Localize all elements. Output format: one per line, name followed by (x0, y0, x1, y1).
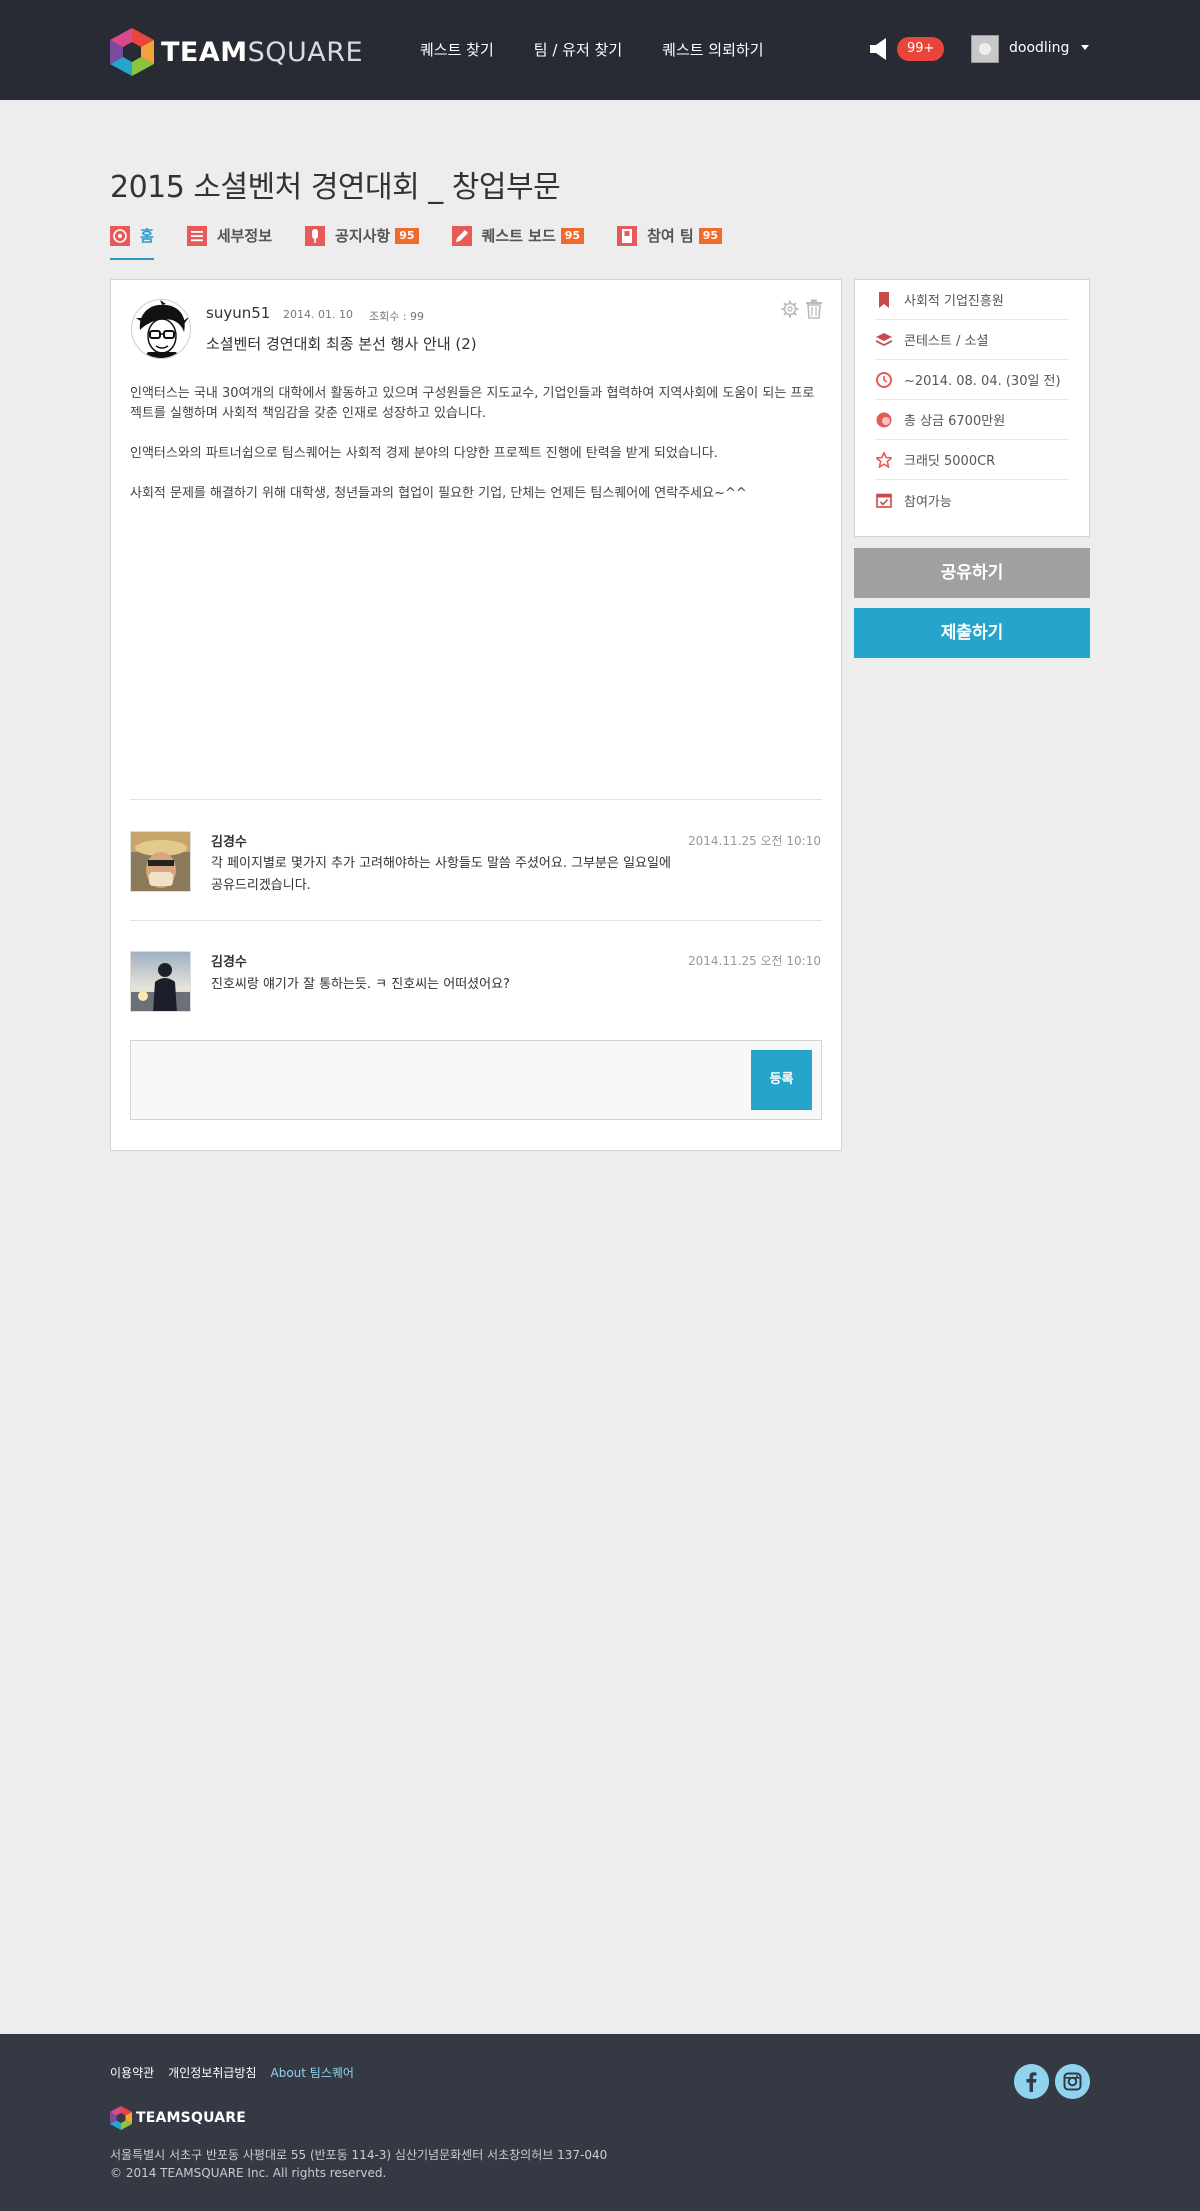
author-avatar[interactable] (131, 299, 191, 359)
info-text: ~2014. 08. 04. (30일 전) (904, 374, 1061, 389)
tab-bar: 홈 세부정보 공지사항 95 퀘스트 보드 95 참여 팀 95 (110, 226, 755, 260)
footer: 이용약관 개인정보취급방침 About 팀스퀘어 TEAMSQUARE 서울특별… (0, 2034, 1200, 2211)
reply-submit-button[interactable]: 등록 (751, 1050, 812, 1110)
star-icon (876, 451, 892, 468)
info-deadline: ~2014. 08. 04. (30일 전) (875, 360, 1069, 400)
avatar-illustration (132, 300, 190, 358)
caret-down-icon[interactable] (1081, 45, 1089, 50)
top-header: TEAMSQUARE 퀘스트 찾기 팀 / 유저 찾기 퀘스트 의뢰하기 99+… (0, 0, 1200, 100)
footer-logo[interactable]: TEAMSQUARE (110, 2106, 246, 2130)
comment-line: 공유드리겠습니다. (211, 878, 311, 893)
photo-placeholder (131, 952, 190, 1011)
tab-label: 공지사항 (335, 227, 391, 245)
post-views: 조회수 : 99 (369, 310, 425, 323)
footer-address: 서울특별시 서초구 반포동 사평대로 55 (반포동 114-3) 심산기념문화… (110, 2148, 608, 2162)
nav-find-quest[interactable]: 퀘스트 찾기 (420, 39, 494, 60)
tab-label: 세부정보 (216, 227, 273, 245)
photo-placeholder (131, 832, 190, 891)
quest-info-box: 사회적 기업진흥원 콘테스트 / 소셜 ~2014. 08. 04. (30일 … (854, 279, 1090, 537)
info-category: 콘테스트 / 소셜 (875, 320, 1069, 360)
tab-details[interactable]: 세부정보 (186, 226, 273, 260)
footer-links: 이용약관 개인정보취급방침 About 팀스퀘어 (110, 2064, 368, 2081)
footer-copyright: © 2014 TEAMSQUARE Inc. All rights reserv… (110, 2166, 387, 2180)
info-text: 사회적 기업진흥원 (904, 294, 1004, 309)
info-status: 참여가능 (875, 480, 1069, 520)
about-link[interactable]: About 팀스퀘어 (271, 2064, 354, 2081)
nav-find-team-user[interactable]: 팀 / 유저 찾기 (534, 39, 622, 60)
target-icon (110, 226, 130, 246)
comment-text: 진호씨랑 얘기가 잘 통하는듯. ㅋ 진호씨는 어떠셨어요? (211, 974, 711, 996)
comment-avatar[interactable] (130, 831, 191, 892)
comment-time: 2014.11.25 오전 10:10 (688, 954, 821, 968)
post-panel: suyun51 2014. 01. 10 조회수 : 99 소셜벤터 경연대회 … (110, 279, 842, 1151)
user-name[interactable]: doodling (1009, 40, 1069, 56)
user-avatar[interactable] (971, 35, 999, 63)
post-paragraph: 인액터스는 국내 30여개의 대학에서 활동하고 있으며 구성원들은 지도교수,… (130, 386, 815, 421)
logo[interactable]: TEAMSQUARE (110, 28, 363, 76)
nav-request-quest[interactable]: 퀘스트 의뢰하기 (662, 39, 763, 60)
tab-label: 홈 (140, 227, 154, 245)
logo-mark-icon (110, 28, 154, 76)
bookmark-icon (879, 291, 889, 308)
divider (130, 799, 822, 800)
list-icon (186, 226, 207, 246)
clock-icon (876, 371, 892, 388)
tab-label: 퀘스트 보드 (481, 227, 556, 245)
count-badge: 95 (698, 228, 723, 244)
instagram-icon[interactable] (1055, 2064, 1090, 2099)
post-date: 2014. 01. 10 (283, 308, 353, 321)
post-paragraph: 사회적 문제를 해결하기 위해 대학생, 청년들과의 협업이 필요한 기업, 단… (130, 486, 747, 501)
comment-author[interactable]: 김경수 (211, 951, 247, 970)
trash-icon[interactable] (805, 299, 823, 319)
count-badge: 95 (560, 228, 585, 244)
submit-button[interactable]: 제출하기 (854, 608, 1090, 658)
tab-notice[interactable]: 공지사항 95 (305, 226, 419, 260)
layers-icon (876, 332, 892, 346)
divider (130, 920, 822, 921)
logo-text: TEAMSQUARE (161, 36, 364, 68)
tab-teams[interactable]: 참여 팀 95 (617, 226, 723, 260)
post-author[interactable]: suyun51 (206, 304, 270, 322)
comment-author[interactable]: 김경수 (211, 831, 247, 850)
info-credit: 크래딧 5000CR (875, 440, 1069, 480)
comment-line: 각 페이지별로 몇가지 추가 고려해야하는 사항들도 말씀 주셨어요. 그부분은… (211, 856, 671, 871)
tab-quest-board[interactable]: 퀘스트 보드 95 (451, 226, 585, 260)
logo-mark-icon (110, 2106, 132, 2130)
post-paragraph: 인액터스와의 파트너쉽으로 팀스퀘어는 사회적 경제 분야의 다양한 프로젝트 … (130, 446, 718, 461)
tab-home[interactable]: 홈 (110, 226, 154, 260)
privacy-link[interactable]: 개인정보취급방침 (168, 2064, 256, 2081)
count-badge: 95 (395, 228, 419, 244)
share-button[interactable]: 공유하기 (854, 548, 1090, 598)
coin-icon (876, 412, 892, 427)
info-prize: 총 상금 6700만원 (875, 400, 1069, 440)
comment-time: 2014.11.25 오전 10:10 (688, 834, 821, 848)
comment-avatar[interactable] (130, 951, 191, 1012)
terms-link[interactable]: 이용약관 (110, 2064, 154, 2081)
info-organizer: 사회적 기업진흥원 (875, 280, 1069, 320)
footer-address-block: 서울특별시 서초구 반포동 사평대로 55 (반포동 114-3) 심산기념문화… (110, 2146, 607, 2182)
footer-logo-text: TEAMSQUARE (136, 2110, 246, 2126)
info-text: 총 상금 6700만원 (904, 414, 1006, 429)
pencil-icon (451, 226, 472, 246)
info-text: 크래딧 5000CR (904, 454, 996, 469)
facebook-icon[interactable] (1014, 2064, 1049, 2099)
tab-label: 참여 팀 (647, 227, 694, 245)
calendar-check-icon (876, 493, 892, 508)
reply-input[interactable]: 등록 (130, 1040, 822, 1120)
comment-text: 각 페이지별로 몇가지 추가 고려해야하는 사항들도 말씀 주셨어요. 그부분은… (211, 853, 711, 897)
info-text: 참여가능 (904, 494, 952, 510)
comment-line: 진호씨랑 얘기가 잘 통하는듯. ㅋ 진호씨는 어떠셨어요? (211, 977, 510, 992)
main-nav: 퀘스트 찾기 팀 / 유저 찾기 퀘스트 의뢰하기 (420, 39, 804, 60)
post-title: 소셜벤터 경연대회 최종 본선 행사 안내 (2) (206, 335, 477, 353)
info-text: 콘테스트 / 소셜 (904, 334, 989, 349)
notification-badge[interactable]: 99+ (897, 37, 945, 61)
post-body: 인액터스는 국내 30여개의 대학에서 활동하고 있으며 구성원들은 지도교수,… (130, 384, 820, 524)
gear-icon[interactable] (781, 300, 799, 318)
microphone-icon (305, 226, 326, 246)
speaker-icon[interactable] (870, 37, 890, 61)
page-title: 2015 소셜벤처 경연대회 _ 창업부문 (110, 170, 561, 205)
team-icon (617, 226, 638, 246)
